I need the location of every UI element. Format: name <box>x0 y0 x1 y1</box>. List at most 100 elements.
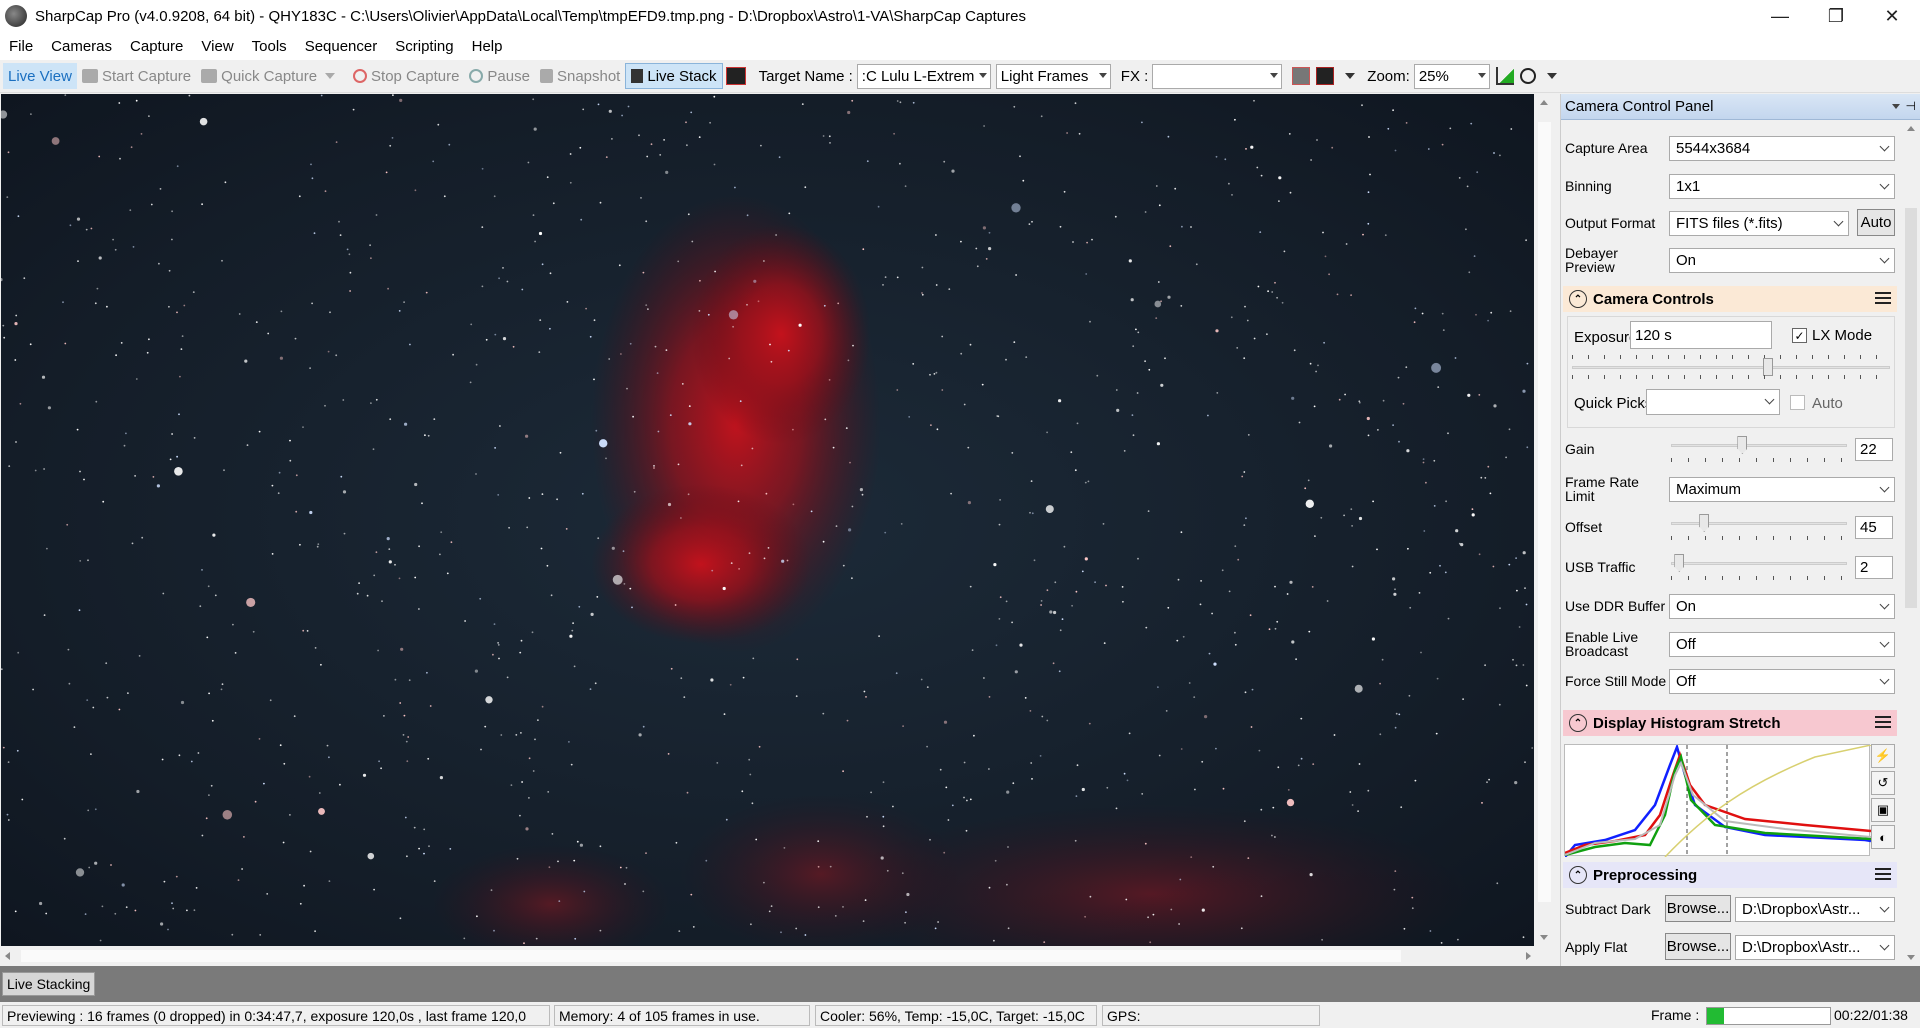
live-stack-button[interactable]: Live Stack <box>625 63 723 89</box>
zoom-combo[interactable]: 25% <box>1413 63 1490 89</box>
dark-path-select[interactable]: D:\Dropbox\Astr... <box>1735 896 1895 922</box>
fx-combo[interactable] <box>1152 63 1283 89</box>
slider-knob[interactable] <box>1737 436 1748 454</box>
live-broadcast-select[interactable]: Off <box>1669 631 1895 657</box>
star <box>1155 185 1158 187</box>
collapse-icon[interactable]: ⌃ <box>1569 714 1587 732</box>
offset-slider[interactable] <box>1671 514 1847 540</box>
star <box>1031 220 1033 223</box>
histogram-icon[interactable] <box>1495 67 1514 85</box>
gain-input[interactable]: 22 <box>1855 437 1893 461</box>
browse-dark-button[interactable]: Browse... <box>1665 895 1731 922</box>
zoom-search-icon[interactable] <box>1519 68 1536 84</box>
quick-picks-select[interactable] <box>1646 389 1780 415</box>
pause-button[interactable]: Pause <box>464 63 535 89</box>
menu-icon[interactable] <box>1875 868 1891 880</box>
ddr-buffer-select[interactable]: On <box>1669 593 1895 619</box>
pin-icon[interactable]: ⊣ <box>1906 99 1916 113</box>
save-icon[interactable]: ▣ <box>1871 798 1895 822</box>
menu-view[interactable]: View <box>192 38 242 55</box>
histogram-header[interactable]: ⌃ Display Histogram Stretch <box>1563 710 1897 736</box>
scroll-right-icon[interactable] <box>1526 952 1531 960</box>
frame-type-combo[interactable]: Light Frames <box>995 63 1111 89</box>
gain-slider[interactable] <box>1671 436 1847 462</box>
usb-traffic-input[interactable]: 2 <box>1855 555 1893 579</box>
slider-knob[interactable] <box>1674 554 1685 572</box>
star <box>763 557 766 560</box>
start-capture-button[interactable]: Start Capture <box>77 63 196 89</box>
chevron-down-icon[interactable] <box>1345 73 1356 79</box>
output-format-select[interactable]: FITS files (*.fits) <box>1669 210 1849 236</box>
auto-stretch-icon[interactable]: ⚡ <box>1871 744 1895 768</box>
menu-file[interactable]: File <box>0 38 42 55</box>
restore-button[interactable]: ❐ <box>1808 0 1864 32</box>
focus-icon[interactable] <box>1316 67 1335 85</box>
debayer-select[interactable]: On <box>1669 247 1895 273</box>
auto-button[interactable]: Auto <box>1857 209 1895 236</box>
star <box>1215 329 1219 333</box>
live-view-button[interactable]: Live View <box>3 63 77 89</box>
scroll-thumb[interactable] <box>1538 122 1551 902</box>
auto-checkbox[interactable] <box>1790 395 1805 410</box>
histogram-badge-icon[interactable] <box>725 67 746 85</box>
binning-select[interactable]: 1x1 <box>1669 173 1895 199</box>
panel-scrollbar[interactable] <box>1902 120 1920 966</box>
chevron-down-icon[interactable] <box>1892 104 1900 109</box>
histogram-display[interactable] <box>1564 743 1872 858</box>
flat-path-select[interactable]: D:\Dropbox\Astr... <box>1735 934 1895 960</box>
menu-icon[interactable] <box>1875 716 1891 728</box>
star <box>399 917 402 920</box>
close-button[interactable]: ✕ <box>1864 0 1920 32</box>
capture-area-select[interactable]: 5544x3684 <box>1669 135 1895 161</box>
stop-capture-button[interactable]: Stop Capture <box>348 63 464 89</box>
viewer-horizontal-scrollbar[interactable] <box>1 947 1535 965</box>
menu-icon[interactable] <box>1875 292 1891 304</box>
menu-help[interactable]: Help <box>463 38 512 55</box>
star <box>593 378 595 381</box>
star <box>746 214 749 217</box>
scroll-thumb[interactable] <box>1905 208 1917 608</box>
menu-scripting[interactable]: Scripting <box>386 38 462 55</box>
snapshot-button[interactable]: Snapshot <box>535 63 625 89</box>
viewer-vertical-scrollbar[interactable] <box>1535 94 1554 946</box>
target-name-combo[interactable]: :C Lulu L-Extrem <box>856 63 991 89</box>
lx-mode-checkbox[interactable]: ✓ <box>1792 328 1807 343</box>
scroll-up-icon[interactable] <box>1540 100 1548 105</box>
star <box>994 859 997 862</box>
tab-live-stacking[interactable]: Live Stacking <box>2 972 96 996</box>
browse-flat-button[interactable]: Browse... <box>1665 933 1731 960</box>
slider-knob[interactable] <box>1762 358 1773 376</box>
chevron-down-icon[interactable] <box>1546 73 1557 79</box>
exposure-slider[interactable] <box>1572 355 1890 379</box>
menu-cameras[interactable]: Cameras <box>42 38 121 55</box>
reticle-icon[interactable] <box>1292 67 1311 85</box>
minimize-button[interactable]: — <box>1752 0 1808 32</box>
menu-tools[interactable]: Tools <box>243 38 296 55</box>
target-name-label: Target Name : <box>758 67 853 85</box>
reset-icon[interactable]: ↺ <box>1871 771 1895 795</box>
usb-traffic-slider[interactable] <box>1671 554 1847 580</box>
star <box>939 768 942 771</box>
collapse-icon[interactable]: ⌃ <box>1569 290 1587 308</box>
quick-capture-button[interactable]: Quick Capture <box>196 63 348 89</box>
offset-input[interactable]: 45 <box>1855 515 1893 539</box>
star <box>547 791 550 793</box>
scroll-down-icon[interactable] <box>1907 955 1915 960</box>
collapse-icon[interactable]: ⌃ <box>1569 866 1587 884</box>
scroll-left-icon[interactable] <box>5 952 10 960</box>
image-viewer[interactable] <box>1 94 1534 946</box>
menu-sequencer[interactable]: Sequencer <box>296 38 387 55</box>
camera-controls-header[interactable]: ⌃ Camera Controls <box>1563 286 1897 312</box>
contrast-icon[interactable]: ◐ <box>1871 825 1895 849</box>
star <box>1053 610 1057 615</box>
scroll-down-icon[interactable] <box>1540 935 1548 940</box>
still-mode-select[interactable]: Off <box>1669 668 1895 694</box>
menu-capture[interactable]: Capture <box>121 38 192 55</box>
scroll-thumb[interactable] <box>21 950 1401 962</box>
frame-rate-select[interactable]: Maximum <box>1669 476 1895 502</box>
preprocessing-header[interactable]: ⌃ Preprocessing <box>1563 862 1897 888</box>
scroll-up-icon[interactable] <box>1907 126 1915 131</box>
exposure-input[interactable]: 120 s <box>1630 321 1772 349</box>
flat-path-value: D:\Dropbox\Astr... <box>1742 938 1861 956</box>
slider-knob[interactable] <box>1699 514 1710 532</box>
